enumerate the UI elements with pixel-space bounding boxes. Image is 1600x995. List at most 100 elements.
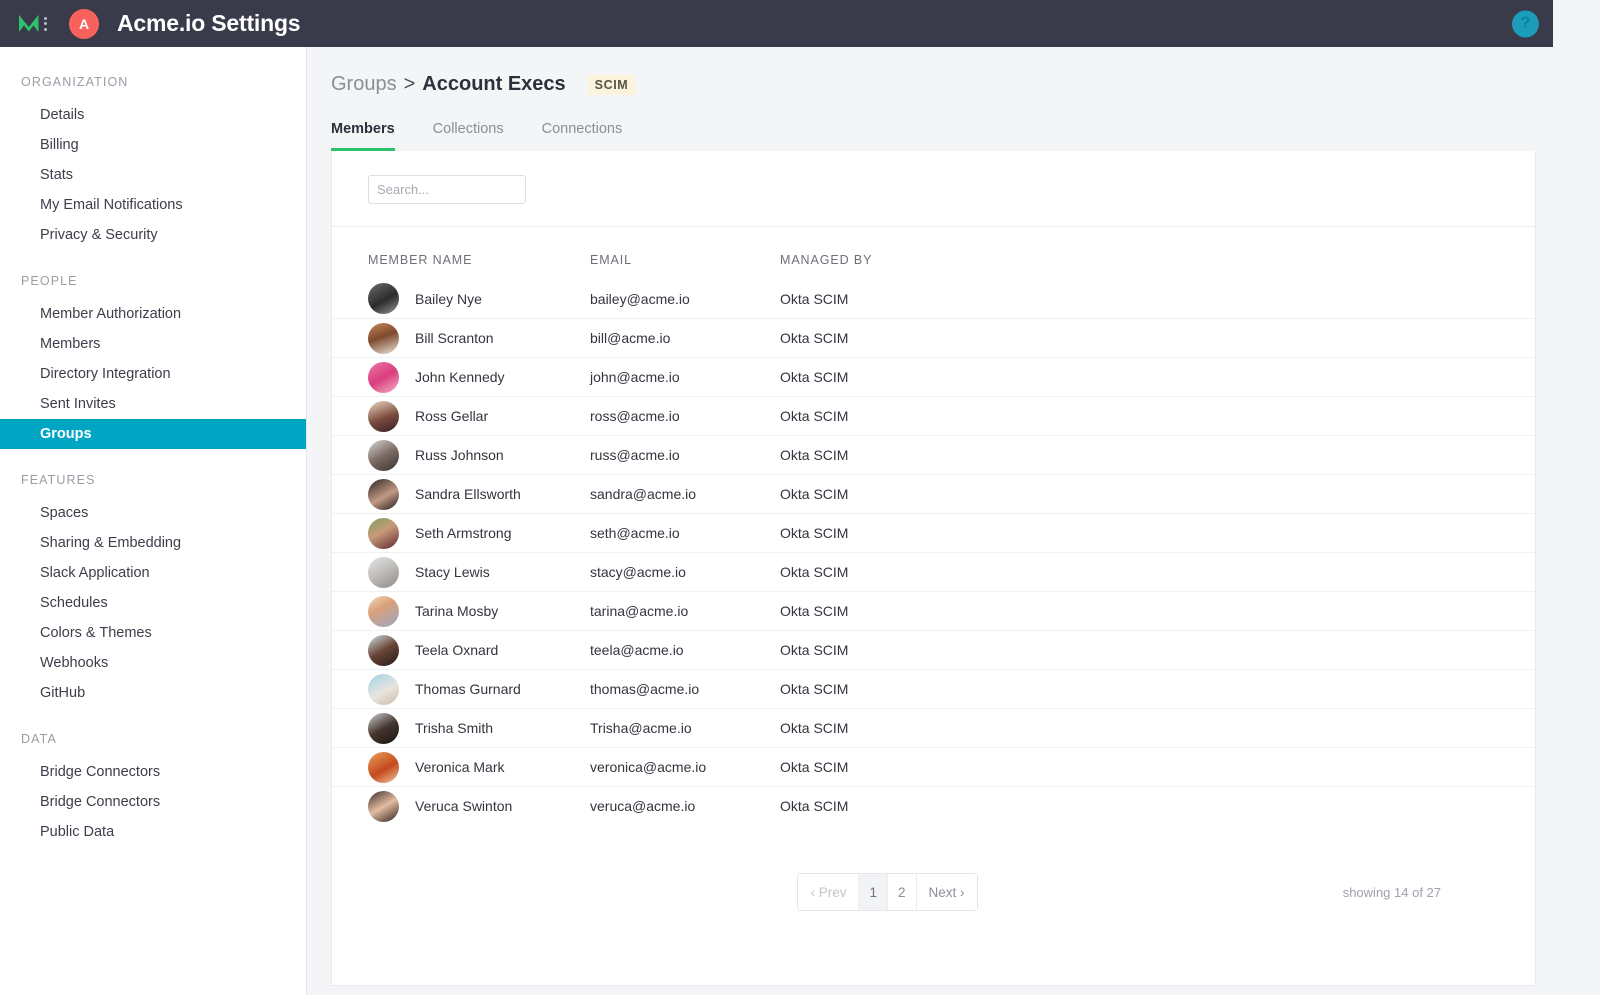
pagination: ‹ Prev 1 2 Next › bbox=[797, 873, 978, 911]
pagination-prev[interactable]: ‹ Prev bbox=[798, 874, 860, 910]
sidebar-item-members[interactable]: Members bbox=[0, 329, 306, 359]
sidebar-item-directory-integration[interactable]: Directory Integration bbox=[0, 359, 306, 389]
cell-managed-by: Okta SCIM bbox=[780, 642, 849, 658]
tab-members[interactable]: Members bbox=[331, 121, 395, 151]
settings-app: A Acme.io Settings ? ORGANIZATION Details… bbox=[0, 0, 1600, 995]
cell-managed-by: Okta SCIM bbox=[780, 369, 849, 385]
member-name-text: John Kennedy bbox=[415, 369, 505, 385]
sidebar-item-colors-themes[interactable]: Colors & Themes bbox=[0, 618, 306, 648]
sidebar-item-bridge-connectors[interactable]: Bridge Connectors bbox=[0, 757, 306, 787]
breadcrumb: Groups > Account Execs SCIM bbox=[331, 73, 1600, 96]
sidebar-item-groups[interactable]: Groups bbox=[0, 419, 306, 449]
avatar bbox=[368, 322, 399, 354]
sidebar-item-slack-application[interactable]: Slack Application bbox=[0, 558, 306, 588]
sidebar-item-public-data[interactable]: Public Data bbox=[0, 817, 306, 847]
members-table: MEMBER NAME EMAIL MANAGED BY Bailey Nye b… bbox=[332, 227, 1535, 825]
cell-managed-by: Okta SCIM bbox=[780, 330, 849, 346]
sidebar-item-schedules[interactable]: Schedules bbox=[0, 588, 306, 618]
sidebar-item-sharing-embedding[interactable]: Sharing & Embedding bbox=[0, 528, 306, 558]
table-row[interactable]: Sandra Ellsworth sandra@acme.io Okta SCIM bbox=[332, 474, 1535, 513]
member-name-text: Bailey Nye bbox=[415, 290, 482, 307]
table-row[interactable]: Seth Armstrong seth@acme.io Okta SCIM bbox=[332, 513, 1535, 552]
table-row[interactable]: Bill Scranton bill@acme.io Okta SCIM bbox=[332, 318, 1535, 357]
table-row[interactable]: Veronica Mark veronica@acme.io Okta SCIM bbox=[332, 747, 1535, 786]
table-row[interactable]: Stacy Lewis stacy@acme.io Okta SCIM bbox=[332, 552, 1535, 591]
breadcrumb-parent[interactable]: Groups bbox=[331, 73, 397, 96]
cell-member-name: Veronica Mark bbox=[368, 751, 590, 783]
cell-member-name: Sandra Ellsworth bbox=[368, 478, 590, 510]
tab-connections[interactable]: Connections bbox=[542, 121, 623, 151]
cell-member-name: Bailey Nye bbox=[368, 283, 590, 314]
avatar bbox=[368, 556, 399, 588]
sidebar-section-title: ORGANIZATION bbox=[21, 75, 129, 89]
member-name-text: Thomas Gurnard bbox=[415, 681, 521, 697]
cell-email: john@acme.io bbox=[590, 369, 680, 385]
sidebar-section: FEATURES Spaces Sharing & Embedding Slack A… bbox=[0, 473, 306, 708]
cell-member-name: Stacy Lewis bbox=[368, 556, 590, 588]
help-icon[interactable]: ? bbox=[1512, 10, 1539, 37]
cell-member-name: John Kennedy bbox=[368, 361, 590, 393]
pagination-page-2[interactable]: 2 bbox=[888, 874, 917, 910]
sidebar-item-my-email-notifications[interactable]: My Email Notifications bbox=[0, 190, 306, 220]
cell-member-name: Russ Johnson bbox=[368, 439, 590, 471]
page-title: Account Execs bbox=[422, 73, 566, 95]
sidebar-item-billing[interactable]: Billing bbox=[0, 130, 306, 160]
pagination-next[interactable]: Next › bbox=[916, 874, 977, 910]
sidebar-item-spaces[interactable]: Spaces bbox=[0, 498, 306, 528]
cell-managed-by: Okta SCIM bbox=[780, 564, 849, 580]
sidebar-item-github[interactable]: GitHub bbox=[0, 678, 306, 708]
table-row[interactable]: Ross Gellar ross@acme.io Okta SCIM bbox=[332, 396, 1535, 435]
sidebar-item-bridge-connectors[interactable]: Bridge Connectors bbox=[0, 787, 306, 817]
member-name-text: Veronica Mark bbox=[415, 759, 505, 775]
sidebar-item-stats[interactable]: Stats bbox=[0, 160, 306, 190]
member-name-text: Bill Scranton bbox=[415, 330, 494, 346]
avatar bbox=[368, 712, 399, 744]
app-title: Acme.io Settings bbox=[117, 10, 301, 36]
table-row[interactable]: John Kennedy john@acme.io Okta SCIM bbox=[332, 357, 1535, 396]
product-logo[interactable] bbox=[18, 14, 47, 33]
page-header: Groups > Account Execs SCIM Members Colle… bbox=[307, 47, 1600, 151]
cell-email: veronica@acme.io bbox=[590, 759, 707, 775]
table-row[interactable]: Teela Oxnard teela@acme.io Okta SCIM bbox=[332, 630, 1535, 669]
table-row[interactable]: Veruca Swinton veruca@acme.io Okta SCIM bbox=[332, 786, 1535, 825]
member-name-text: Trisha Smith bbox=[415, 720, 494, 736]
column-header-member-name: MEMBER NAME bbox=[368, 253, 473, 267]
cell-email: ross@acme.io bbox=[590, 408, 680, 424]
sidebar-item-member-authorization[interactable]: Member Authorization bbox=[0, 299, 306, 329]
search-input[interactable] bbox=[377, 182, 553, 197]
scim-badge: SCIM bbox=[587, 74, 636, 95]
avatar bbox=[368, 634, 399, 666]
table-row[interactable]: Bailey Nye bailey@acme.io Okta SCIM bbox=[332, 279, 1535, 318]
table-row[interactable]: Russ Johnson russ@acme.io Okta SCIM bbox=[332, 435, 1535, 474]
cell-managed-by: Okta SCIM bbox=[780, 290, 849, 307]
sidebar-item-webhooks[interactable]: Webhooks bbox=[0, 648, 306, 678]
cell-managed-by: Okta SCIM bbox=[780, 681, 849, 697]
cell-member-name: Thomas Gurnard bbox=[368, 673, 590, 705]
cell-member-name: Trisha Smith bbox=[368, 712, 590, 744]
cell-managed-by: Okta SCIM bbox=[780, 720, 849, 736]
avatar bbox=[368, 361, 399, 393]
cell-email: teela@acme.io bbox=[590, 642, 684, 658]
cell-managed-by: Okta SCIM bbox=[780, 486, 849, 502]
avatar bbox=[368, 595, 399, 627]
table-row[interactable]: Thomas Gurnard thomas@acme.io Okta SCIM bbox=[332, 669, 1535, 708]
sidebar-item-details[interactable]: Details bbox=[0, 100, 306, 130]
search-box[interactable] bbox=[368, 175, 553, 204]
sidebar-item-privacy-security[interactable]: Privacy & Security bbox=[0, 220, 306, 250]
vertical-dots-icon[interactable] bbox=[44, 14, 47, 33]
breadcrumb-separator: > bbox=[403, 73, 416, 95]
pagination-page-1[interactable]: 1 bbox=[859, 874, 888, 910]
cell-email: thomas@acme.io bbox=[590, 681, 700, 697]
avatar bbox=[368, 517, 399, 549]
org-avatar[interactable]: A bbox=[69, 8, 99, 39]
tab-collections[interactable]: Collections bbox=[433, 121, 504, 151]
table-row[interactable]: Tarina Mosby tarina@acme.io Okta SCIM bbox=[332, 591, 1535, 630]
sidebar-item-sent-invites[interactable]: Sent Invites bbox=[0, 389, 306, 419]
cell-email: veruca@acme.io bbox=[590, 798, 696, 814]
table-row[interactable]: Trisha Smith Trisha@acme.io Okta SCIM bbox=[332, 708, 1535, 747]
cell-member-name: Teela Oxnard bbox=[368, 634, 590, 666]
avatar bbox=[368, 478, 399, 510]
cell-managed-by: Okta SCIM bbox=[780, 447, 849, 463]
sidebar-section: PEOPLE Member Authorization Members Directo… bbox=[0, 274, 306, 449]
cell-email: sandra@acme.io bbox=[590, 486, 697, 502]
